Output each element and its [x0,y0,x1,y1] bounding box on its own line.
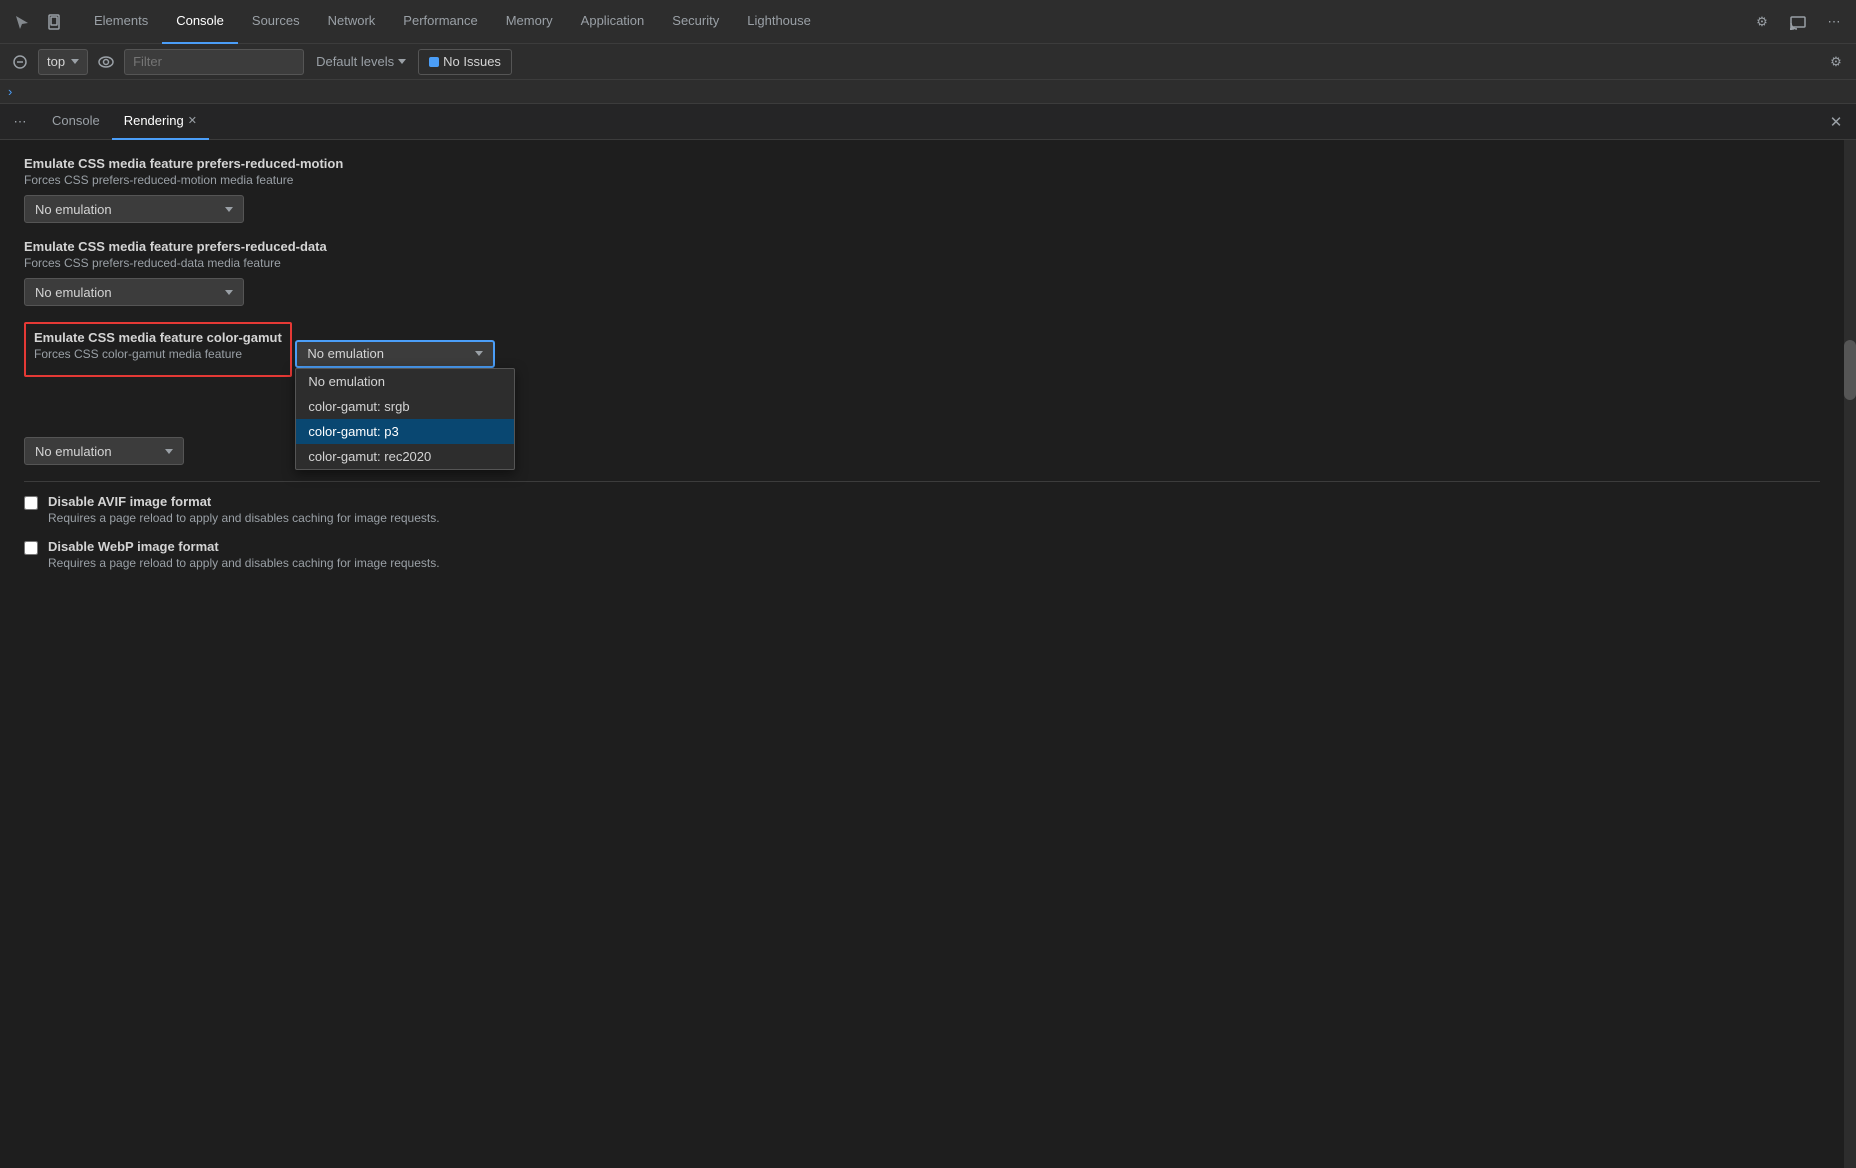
prefers-reduced-motion-desc: Forces CSS prefers-reduced-motion media … [24,173,1820,187]
no-issues-button[interactable]: No Issues [418,49,512,75]
scroll-thumb[interactable] [1844,340,1856,400]
avif-content: Disable AVIF image format Requires a pag… [48,494,440,525]
eye-icon[interactable] [94,50,118,74]
prefers-reduced-motion-label: Emulate CSS media feature prefers-reduce… [24,156,1820,171]
webp-checkbox[interactable] [24,541,38,555]
cursor-icon[interactable] [8,8,36,36]
color-gamut-value: No emulation [307,346,384,361]
select-chevron-icon-2 [225,290,233,295]
after-color-gamut-value: No emulation [35,444,112,459]
setting-after-color-gamut: No emulation [24,437,1820,465]
panel-tab-more-icon[interactable]: ⋯ [8,110,32,134]
color-gamut-select[interactable]: No emulation [295,340,495,368]
tab-memory[interactable]: Memory [492,0,567,44]
avif-label: Disable AVIF image format [48,494,440,509]
arrow-icon[interactable]: › [8,84,12,99]
prefers-reduced-motion-select[interactable]: No emulation [24,195,244,223]
device-icon[interactable] [40,8,68,36]
select-chevron-icon [225,207,233,212]
color-gamut-chevron-icon [475,351,483,356]
devtools-icons [8,8,68,36]
color-gamut-desc: Forces CSS color-gamut media feature [34,347,282,361]
levels-chevron-icon [398,59,406,64]
default-levels-label: Default levels [316,54,394,69]
option-p3[interactable]: color-gamut: p3 [296,419,514,444]
webp-desc: Requires a page reload to apply and disa… [48,556,440,570]
webp-label: Disable WebP image format [48,539,440,554]
filter-input[interactable] [124,49,304,75]
avif-checkbox[interactable] [24,496,38,510]
top-nav: Elements Console Sources Network Perform… [0,0,1856,44]
tab-security[interactable]: Security [658,0,733,44]
chevron-down-icon [71,59,79,64]
prefers-reduced-data-select[interactable]: No emulation [24,278,244,306]
panel-tabs: ⋯ Console Rendering ✕ ✕ [0,104,1856,140]
tab-network[interactable]: Network [314,0,390,44]
tab-application[interactable]: Application [567,0,659,44]
prefers-reduced-motion-value: No emulation [35,202,112,217]
tab-elements[interactable]: Elements [80,0,162,44]
after-color-gamut-select[interactable]: No emulation [24,437,184,465]
option-no-emulation[interactable]: No emulation [296,369,514,394]
rendering-panel: Emulate CSS media feature prefers-reduce… [0,140,1856,1168]
avif-desc: Requires a page reload to apply and disa… [48,511,440,525]
stop-icon[interactable] [8,50,32,74]
prefers-reduced-data-label: Emulate CSS media feature prefers-reduce… [24,239,1820,254]
nav-tabs: Elements Console Sources Network Perform… [80,0,1748,43]
close-panel-icon[interactable]: ✕ [1824,110,1848,134]
setting-color-gamut: Emulate CSS media feature color-gamut Fo… [24,322,1820,377]
arrow-row: › [0,80,1856,104]
divider [24,481,1820,482]
checkbox-disable-avif: Disable AVIF image format Requires a pag… [24,494,1820,525]
tab-lighthouse[interactable]: Lighthouse [733,0,825,44]
nav-right: ⚙ ⋯ [1748,8,1848,36]
color-gamut-label: Emulate CSS media feature color-gamut [34,330,282,345]
tab-console-panel[interactable]: Console [40,104,112,140]
rendering-content: Emulate CSS media feature prefers-reduce… [0,140,1856,600]
settings-icon[interactable]: ⚙ [1748,8,1776,36]
close-rendering-tab-icon[interactable]: ✕ [188,114,197,127]
tab-rendering-panel[interactable]: Rendering ✕ [112,104,209,140]
more-icon[interactable]: ⋯ [1820,8,1848,36]
prefers-reduced-data-value: No emulation [35,285,112,300]
issues-dot-icon [429,57,439,67]
after-chevron-icon [165,449,173,454]
prefers-reduced-data-desc: Forces CSS prefers-reduced-data media fe… [24,256,1820,270]
tab-performance[interactable]: Performance [389,0,491,44]
tab-console[interactable]: Console [162,0,238,44]
console-panel-label: Console [52,113,100,128]
color-gamut-highlight-box: Emulate CSS media feature color-gamut Fo… [24,322,292,377]
tab-sources[interactable]: Sources [238,0,314,44]
color-gamut-dropdown-container: No emulation No emulation color-gamut: s… [295,340,495,368]
cast-icon[interactable] [1784,8,1812,36]
console-settings-icon[interactable]: ⚙ [1824,50,1848,74]
checkbox-disable-webp: Disable WebP image format Requires a pag… [24,539,1820,570]
option-srgb[interactable]: color-gamut: srgb [296,394,514,419]
rendering-panel-label: Rendering [124,113,184,128]
option-rec2020[interactable]: color-gamut: rec2020 [296,444,514,469]
setting-prefers-reduced-data: Emulate CSS media feature prefers-reduce… [24,239,1820,306]
color-gamut-dropdown: No emulation color-gamut: srgb color-gam… [295,368,515,470]
console-toolbar: top Default levels No Issues ⚙ [0,44,1856,80]
context-value: top [47,54,65,69]
default-levels-button[interactable]: Default levels [310,52,412,71]
context-selector[interactable]: top [38,49,88,75]
webp-content: Disable WebP image format Requires a pag… [48,539,440,570]
no-issues-label: No Issues [443,54,501,69]
setting-prefers-reduced-motion: Emulate CSS media feature prefers-reduce… [24,156,1820,223]
scroll-track [1844,140,1856,1168]
